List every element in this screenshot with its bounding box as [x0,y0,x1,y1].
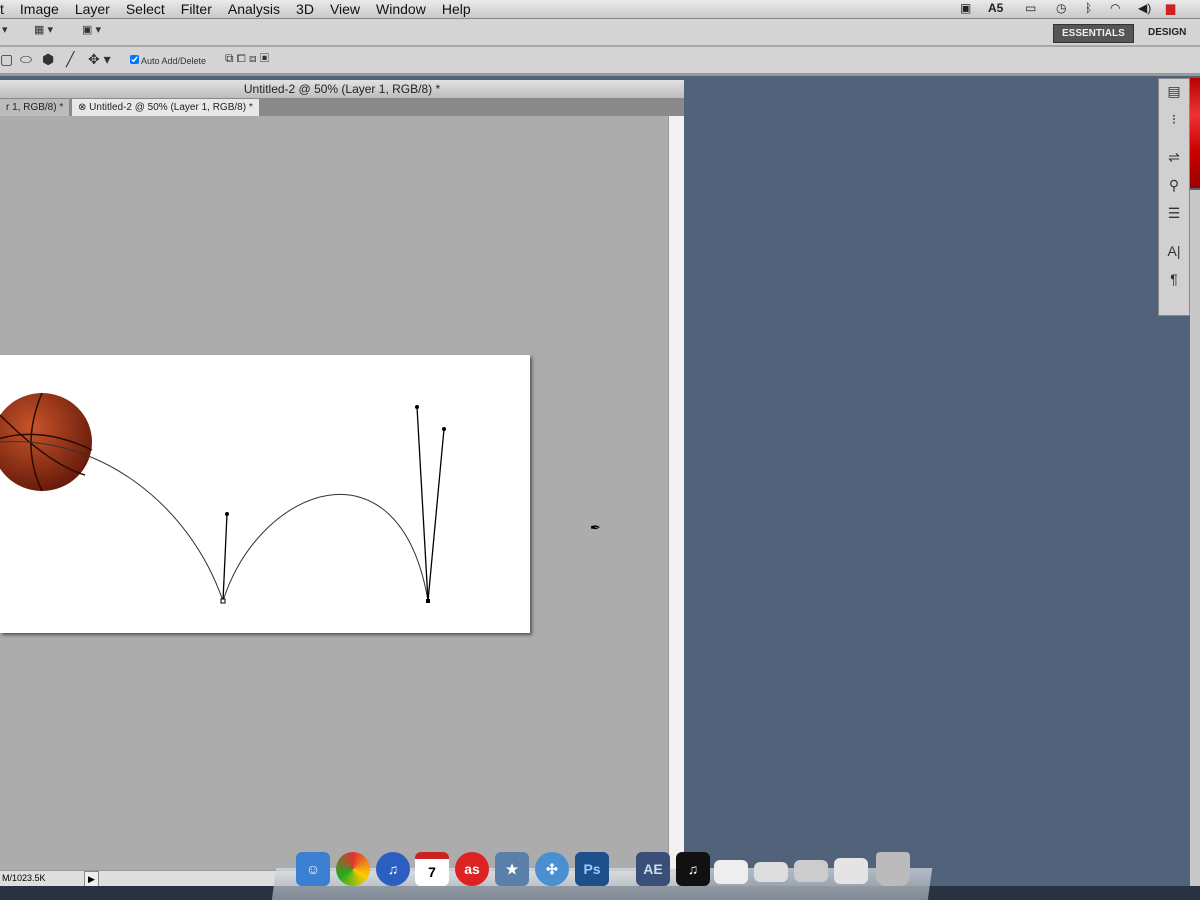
masks-icon[interactable]: ⚲ [1159,177,1189,201]
document-window: Untitled-2 @ 50% (Layer 1, RGB/8) * r 1,… [0,80,684,888]
menu-help[interactable]: Help [434,1,479,17]
canvas-artwork [0,392,446,604]
document-title: Untitled-2 @ 50% (Layer 1, RGB/8) * [0,80,684,98]
menu-image[interactable]: Image [12,1,67,17]
panel-edge [1190,190,1200,890]
path-combine-icons[interactable]: ⧉ ⧠ ⧈ ▣ [225,51,269,66]
menu-bar: t Image Layer Select Filter Analysis 3D … [0,0,1200,19]
launch-dropdown[interactable]: ▾ [2,23,8,36]
line-tool-icon[interactable]: ╱ [66,51,74,68]
dock-window-3[interactable] [794,860,828,882]
doc-size: M/1023.5K [2,873,46,883]
tab-label: Untitled-2 @ 50% (Layer 1, RGB/8) * [89,102,253,113]
time-machine-icon[interactable]: ◷ [1056,1,1066,15]
close-tab-icon[interactable]: ⊗ [78,102,86,113]
panel-dock: ▤ ⁝ ⇌ ⚲ ☰ A| ¶ [1158,78,1190,316]
flag-icon[interactable]: ▆ [1166,1,1175,15]
auto-add-delete-checkbox[interactable]: Auto Add/Delete [130,55,206,66]
dock-ical-icon[interactable]: 7 [415,852,449,886]
adjustments-icon[interactable]: ⇌ [1159,149,1189,173]
arrange-documents-icon[interactable]: ▦ ▾ [34,23,53,36]
dock-itunes-icon[interactable]: ♫ [376,852,410,886]
menu-analysis[interactable]: Analysis [220,1,288,17]
menu-window[interactable]: Window [368,1,434,17]
rounded-rect-tool-icon[interactable]: ▢ [0,51,13,68]
screen-mode-icon[interactable]: ▣ ▾ [82,23,101,36]
dock-imovie-icon[interactable]: ★ [495,852,529,886]
polygon-tool-icon[interactable]: ⬢ [42,51,54,68]
dock-music-icon[interactable]: ♫ [676,852,710,886]
dock-aftereffects-icon[interactable]: AE [636,852,670,886]
pen-cursor-icon: ✒ [590,520,601,535]
dock-window-4[interactable] [834,858,868,884]
history-icon[interactable]: ⁝ [1159,111,1189,135]
path-handles [222,406,445,602]
bluetooth-icon[interactable]: ᛒ [1085,1,1092,15]
character-icon[interactable]: A| [1159,243,1189,267]
application-bar: ▾ ▦ ▾ ▣ ▾ ESSENTIALS DESIGN [0,19,1200,47]
menu-layer[interactable]: Layer [67,1,118,17]
vertical-scrollbar[interactable] [668,116,684,871]
options-bar: ▢ ⬭ ⬢ ╱ ✥ ▾ Auto Add/Delete ⧉ ⧠ ⧈ ▣ [0,47,1200,76]
design-button[interactable]: DESIGN [1140,24,1194,41]
mini-bridge-icon[interactable]: ▤ [1159,83,1189,107]
menu-view[interactable]: View [322,1,368,17]
wifi-icon[interactable]: ◠ [1110,1,1120,15]
menu-3d[interactable]: 3D [288,1,322,17]
dock-finder-icon[interactable]: ☺ [296,852,330,886]
dock-trash-icon[interactable] [876,852,910,886]
document-tab[interactable]: r 1, RGB/8) * [0,99,70,116]
adobe-icon[interactable]: A5 [988,1,1003,15]
adobe-count: 5 [996,1,1004,15]
auto-add-delete-label: Auto Add/Delete [141,56,207,66]
document-tab-active[interactable]: ⊗ Untitled-2 @ 50% (Layer 1, RGB/8) * [72,99,259,116]
drive-icon[interactable]: ▭ [1025,1,1036,15]
dock-chrome-icon[interactable] [336,852,370,886]
dock-window-1[interactable] [714,860,748,884]
paragraph-icon[interactable]: ¶ [1159,271,1189,295]
menu-filter[interactable]: Filter [173,1,220,17]
dock-safari-icon[interactable]: ✣ [535,852,569,886]
dock-lastfm-icon[interactable]: as [455,852,489,886]
menu-select[interactable]: Select [118,1,173,17]
essentials-button[interactable]: ESSENTIALS [1053,24,1134,43]
camera-icon[interactable]: ▣ [960,1,971,15]
anchor-points [220,405,446,604]
color-panel[interactable] [1190,78,1200,188]
volume-icon[interactable]: ◀) [1138,1,1151,15]
dock-window-2[interactable] [754,862,788,882]
document-tabs: r 1, RGB/8) * ⊗ Untitled-2 @ 50% (Layer … [0,98,684,116]
canvas[interactable] [0,355,530,633]
layers-icon[interactable]: ☰ [1159,205,1189,229]
ellipse-tool-icon[interactable]: ⬭ [20,51,32,68]
custom-shape-icon[interactable]: ✥ ▾ [88,51,111,68]
dock-photoshop-icon[interactable]: Ps [575,852,609,886]
menu-edit[interactable]: t [0,1,12,17]
